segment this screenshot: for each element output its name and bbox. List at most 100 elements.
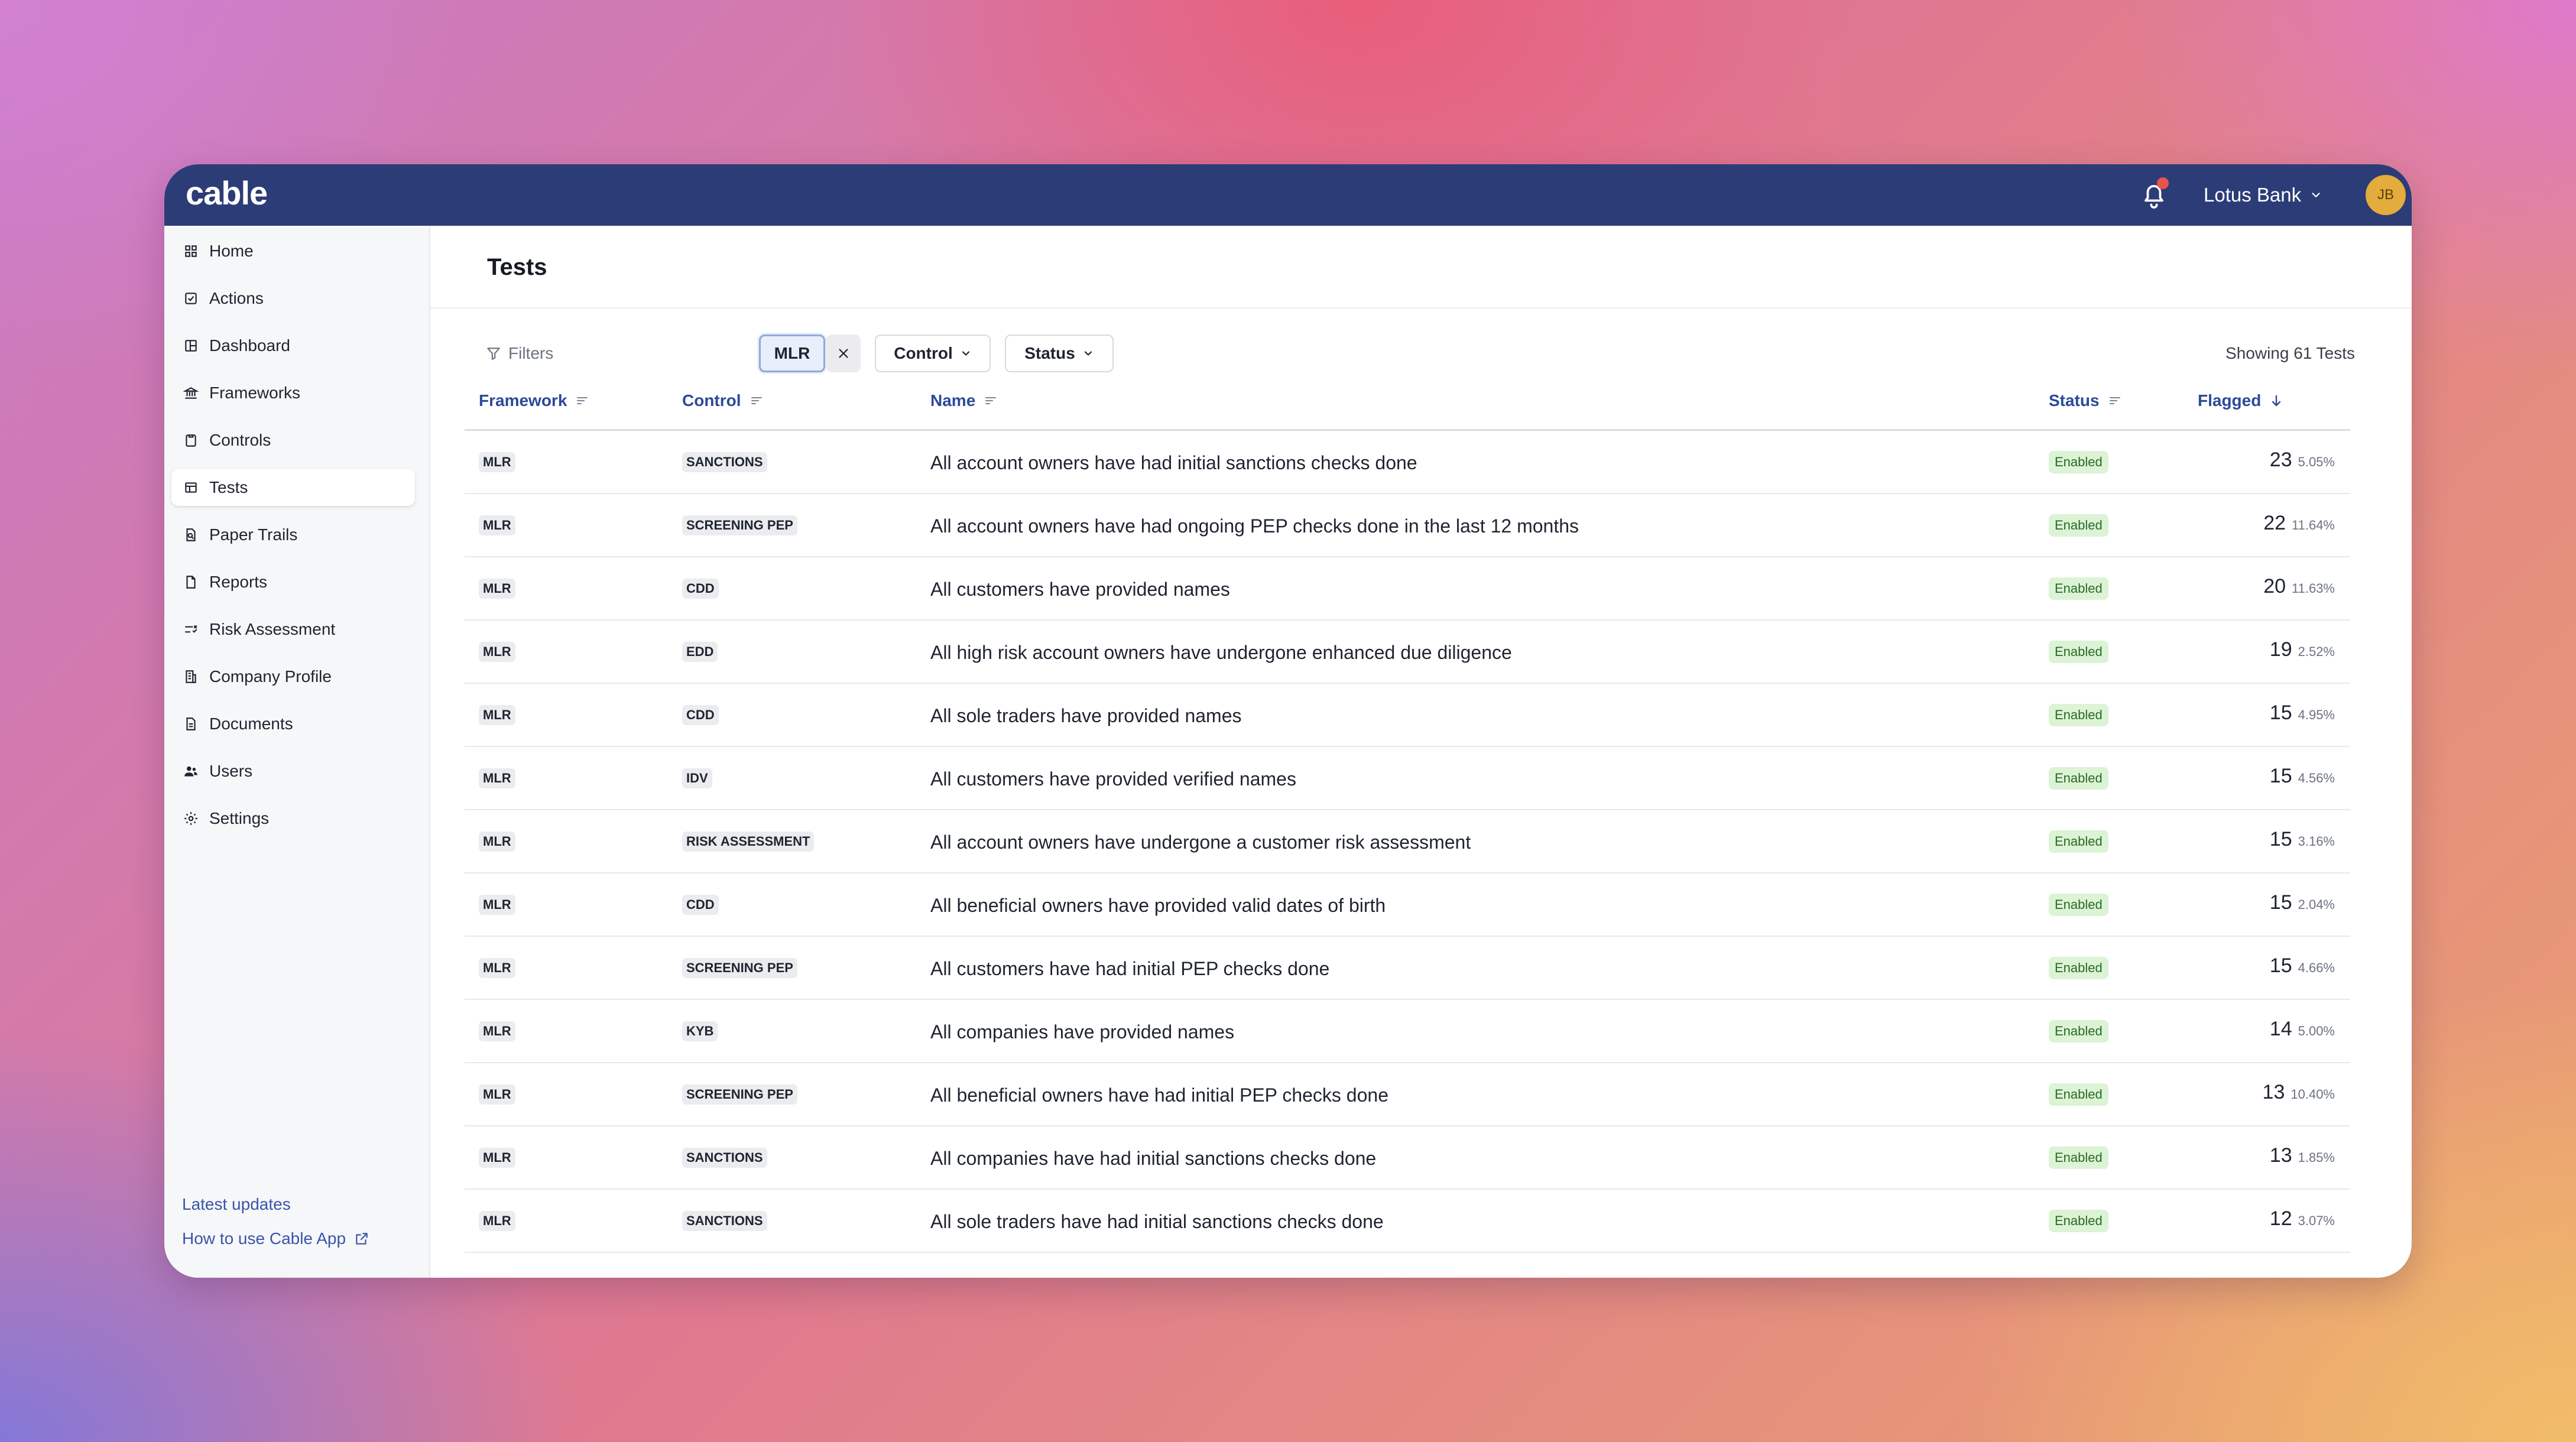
- test-name[interactable]: All account owners have had initial sanc…: [930, 451, 1417, 475]
- sidebar-item-risk-assessment[interactable]: Risk Assessment: [171, 611, 415, 648]
- table-row[interactable]: MLR CDD All customers have provided name…: [465, 557, 2350, 621]
- framework-tag: MLR: [479, 452, 515, 472]
- funnel-icon: [487, 347, 500, 360]
- test-name[interactable]: All account owners have had ongoing PEP …: [930, 514, 1579, 538]
- flagged-percent: 11.64%: [2292, 518, 2335, 532]
- avatar[interactable]: JB: [2366, 175, 2406, 215]
- test-name[interactable]: All customers have had initial PEP check…: [930, 957, 1329, 980]
- status-badge: Enabled: [2049, 451, 2108, 473]
- sidebar-item-actions[interactable]: Actions: [171, 280, 415, 317]
- test-name[interactable]: All high risk account owners have underg…: [930, 641, 1512, 664]
- column-header-framework[interactable]: Framework: [479, 391, 589, 410]
- table-row[interactable]: MLR SANCTIONS All companies have had ini…: [465, 1126, 2350, 1190]
- status-badge: Enabled: [2049, 1210, 2108, 1232]
- flagged-count: 23: [2269, 449, 2292, 471]
- sidebar-item-dashboard[interactable]: Dashboard: [171, 327, 415, 364]
- latest-updates-link[interactable]: Latest updates: [182, 1195, 291, 1214]
- flagged-count: 12: [2269, 1207, 2292, 1230]
- sidebar-item-tests[interactable]: Tests: [171, 469, 415, 506]
- table-row[interactable]: MLR SANCTIONS All account owners have ha…: [465, 431, 2350, 494]
- top-bar: cable Lotus Bank JB: [164, 164, 2412, 226]
- sidebar-item-label: Dashboard: [209, 336, 290, 355]
- test-name[interactable]: All beneficial owners have provided vali…: [930, 894, 1386, 917]
- table-row[interactable]: MLR KYB All companies have provided name…: [465, 1000, 2350, 1063]
- test-name[interactable]: All account owners have undergone a cust…: [930, 830, 1471, 854]
- how-to-use-label: How to use Cable App: [182, 1229, 346, 1248]
- table-row[interactable]: MLR SCREENING PEP All account owners hav…: [465, 494, 2350, 557]
- sidebar-item-settings[interactable]: Settings: [171, 800, 415, 837]
- column-header-control[interactable]: Control: [682, 391, 764, 410]
- sidebar: Home Actions Dashboard Frameworks Contro…: [164, 226, 430, 1278]
- test-name[interactable]: All customers have provided names: [930, 577, 1230, 601]
- org-switcher[interactable]: Lotus Bank: [2204, 181, 2322, 209]
- test-name[interactable]: All companies have had initial sanctions…: [930, 1147, 1376, 1170]
- flagged-count: 15: [2269, 954, 2292, 977]
- control-tag: SANCTIONS: [682, 1148, 767, 1168]
- test-name[interactable]: All customers have provided verified nam…: [930, 767, 1296, 791]
- sidebar-item-company-profile[interactable]: Company Profile: [171, 658, 415, 695]
- framework-tag: MLR: [479, 768, 515, 788]
- table-row[interactable]: MLR RISK ASSESSMENT All account owners h…: [465, 810, 2350, 873]
- sidebar-item-users[interactable]: Users: [171, 753, 415, 790]
- sidebar-item-label: Reports: [209, 573, 268, 591]
- test-name[interactable]: All sole traders have had initial sancti…: [930, 1210, 1384, 1233]
- test-name[interactable]: All companies have provided names: [930, 1020, 1234, 1044]
- table-row[interactable]: MLR EDD All high risk account owners hav…: [465, 621, 2350, 684]
- file-text-icon: [186, 717, 196, 730]
- flagged-percent: 10.40%: [2291, 1087, 2335, 1102]
- table-row[interactable]: MLR SANCTIONS All sole traders have had …: [465, 1190, 2350, 1253]
- flagged-cell: 19 2.52%: [2270, 638, 2335, 661]
- sidebar-item-frameworks[interactable]: Frameworks: [171, 375, 415, 411]
- table-row[interactable]: MLR IDV All customers have provided veri…: [465, 747, 2350, 810]
- test-name[interactable]: All beneficial owners have had initial P…: [930, 1083, 1388, 1107]
- flagged-cell: 15 4.56%: [2270, 765, 2335, 788]
- table-row[interactable]: MLR SCREENING PEP All customers have had…: [465, 937, 2350, 1000]
- column-header-name[interactable]: Name: [930, 391, 998, 410]
- flagged-count: 13: [2269, 1144, 2292, 1167]
- status-badge: Enabled: [2049, 830, 2108, 853]
- control-tag: SCREENING PEP: [682, 515, 797, 535]
- control-tag: KYB: [682, 1021, 718, 1041]
- cable-logo[interactable]: cable: [186, 173, 268, 214]
- divider: [430, 307, 2412, 308]
- filters-label: Filters: [486, 344, 553, 363]
- sidebar-item-label: Paper Trails: [209, 525, 298, 544]
- gear-icon: [184, 812, 197, 825]
- sidebar-item-documents[interactable]: Documents: [171, 706, 415, 742]
- sidebar-item-paper-trails[interactable]: Paper Trails: [171, 517, 415, 553]
- status-badge: Enabled: [2049, 1083, 2108, 1106]
- flagged-count: 15: [2269, 828, 2292, 850]
- how-to-use-link[interactable]: How to use Cable App: [182, 1229, 369, 1248]
- sidebar-item-label: Controls: [209, 431, 271, 449]
- control-filter-dropdown[interactable]: Control: [875, 334, 991, 372]
- tests-table: Framework Control Name Status Flagged ML…: [465, 374, 2350, 1253]
- flagged-percent: 2.52%: [2298, 644, 2335, 659]
- sidebar-item-reports[interactable]: Reports: [171, 564, 415, 600]
- column-header-flagged[interactable]: Flagged: [2198, 391, 2283, 410]
- framework-tag: MLR: [479, 515, 515, 535]
- table-row[interactable]: MLR SCREENING PEP All beneficial owners …: [465, 1063, 2350, 1126]
- control-tag: SANCTIONS: [682, 1211, 767, 1231]
- flagged-count: 15: [2269, 891, 2292, 914]
- sort-lines-icon: [577, 397, 588, 404]
- sidebar-item-label: Home: [209, 242, 254, 260]
- test-name[interactable]: All sole traders have provided names: [930, 704, 1242, 728]
- clipboard-icon: [186, 434, 196, 447]
- control-tag: SCREENING PEP: [682, 958, 797, 978]
- sidebar-item-controls[interactable]: Controls: [171, 422, 415, 459]
- sidebar-item-label: Risk Assessment: [209, 620, 336, 638]
- table-icon: [185, 482, 197, 493]
- mlr-filter-chip[interactable]: MLR: [759, 334, 825, 372]
- table-row[interactable]: MLR CDD All beneficial owners have provi…: [465, 873, 2350, 937]
- table-row[interactable]: MLR CDD All sole traders have provided n…: [465, 684, 2350, 747]
- flagged-cell: 14 5.00%: [2270, 1018, 2335, 1041]
- dashboard-icon: [185, 340, 197, 352]
- clear-filter-button[interactable]: [826, 334, 861, 372]
- status-badge: Enabled: [2049, 641, 2108, 663]
- flagged-count: 20: [2263, 575, 2286, 597]
- sidebar-item-label: Tests: [209, 478, 248, 496]
- framework-tag: MLR: [479, 1211, 515, 1231]
- column-header-status[interactable]: Status: [2049, 391, 2122, 410]
- sidebar-item-home[interactable]: Home: [171, 233, 415, 269]
- status-filter-dropdown[interactable]: Status: [1005, 334, 1114, 372]
